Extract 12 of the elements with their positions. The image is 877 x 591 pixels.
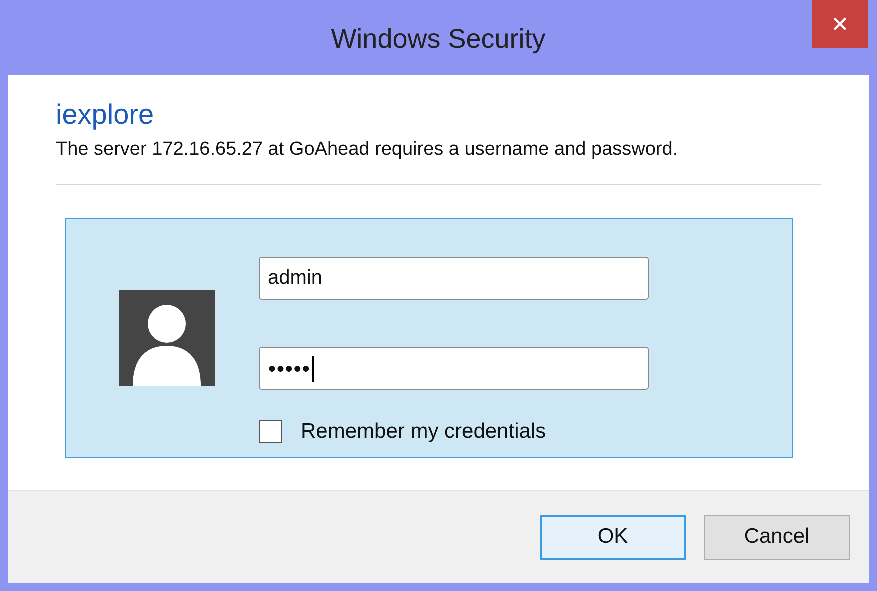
window-title: Windows Security [331, 23, 546, 56]
username-field[interactable]: admin [259, 257, 649, 300]
close-button[interactable]: ✕ [812, 0, 868, 48]
app-name: iexplore [56, 98, 156, 132]
text-cursor [312, 356, 314, 382]
dialog-button[interactable]: Cancel [704, 514, 850, 560]
password-field[interactable]: ●●●●● [259, 347, 649, 390]
message-text: The server 172.16.65.27 at GoAhead requires a username and password. [56, 138, 680, 162]
remember-checkbox[interactable] [259, 420, 282, 444]
dialog-button[interactable]: OK [540, 514, 686, 560]
remember-label[interactable]: Remember my credentials [301, 416, 546, 448]
user-icon [119, 290, 215, 386]
